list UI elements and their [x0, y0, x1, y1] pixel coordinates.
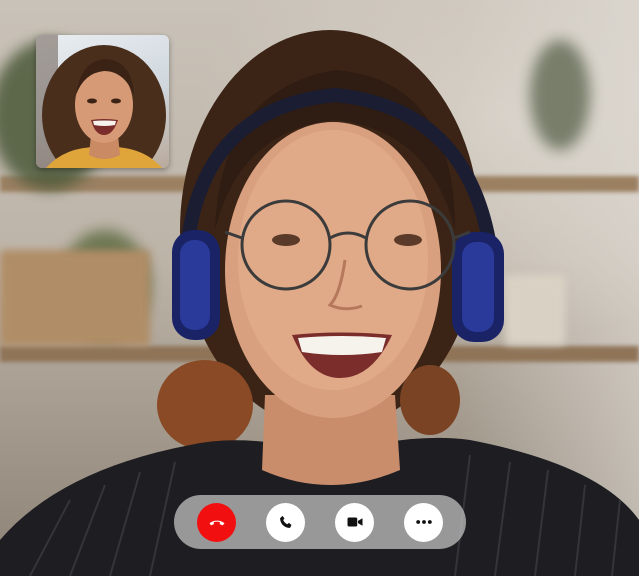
phone-icon: [279, 515, 291, 528]
hang-up-phone-icon: [209, 520, 224, 526]
video-toggle-button[interactable]: [335, 502, 374, 542]
self-view-tile[interactable]: [36, 35, 169, 168]
video-camera-icon: [347, 517, 362, 527]
end-call-button[interactable]: [197, 502, 236, 542]
more-horizontal-icon: [415, 520, 432, 524]
audio-call-button[interactable]: [266, 502, 305, 542]
video-call-screen: [0, 0, 639, 576]
more-options-button[interactable]: [404, 502, 443, 542]
call-control-bar: [174, 495, 466, 549]
self-view-video: [36, 35, 166, 168]
